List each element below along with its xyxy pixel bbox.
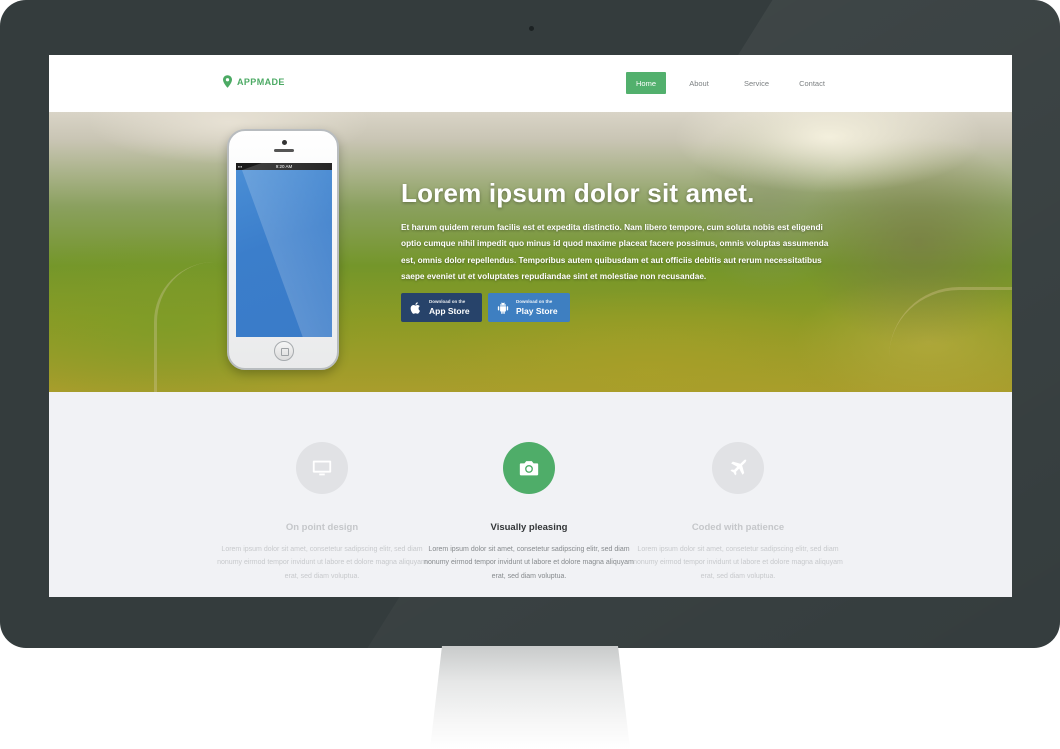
map-pin-icon	[223, 75, 232, 88]
app-store-button[interactable]: Download on the App Store	[401, 293, 482, 322]
feature-icon-circle[interactable]	[712, 442, 764, 494]
play-store-name: Play Store	[516, 305, 558, 316]
feature-description: Lorem ipsum dolor sit amet, consetetur s…	[217, 546, 427, 580]
feature-title: Visually pleasing	[490, 522, 568, 533]
android-icon	[497, 301, 509, 314]
monitor-frame: APPMADE Home About Service Contact ▪▪▪ 9…	[0, 0, 1060, 648]
apple-icon	[410, 301, 421, 314]
phone-screen: ▪▪▪ 9:20 AM	[236, 163, 332, 337]
feature-description: Lorem ipsum dolor sit amet, consetetur s…	[633, 546, 843, 580]
app-store-label: Download on the App Store	[429, 299, 470, 316]
monitor-stand	[430, 646, 630, 749]
monitor-icon	[312, 460, 332, 476]
play-store-caption: Download on the	[516, 299, 553, 304]
feature-icon-circle[interactable]	[296, 442, 348, 494]
app-store-caption: Download on the	[429, 299, 466, 304]
phone-screen-glare	[241, 163, 332, 337]
phone-home-button	[274, 341, 294, 361]
brand-name: APPMADE	[237, 76, 285, 87]
hero-background-path	[889, 287, 1012, 357]
camera-icon	[519, 461, 539, 476]
features-section: On point design Lorem ipsum dolor sit am…	[49, 392, 1012, 597]
hero-section: ▪▪▪ 9:20 AM Lorem ipsum dolor sit amet. …	[49, 112, 1012, 392]
top-navbar: APPMADE Home About Service Contact	[49, 55, 1012, 112]
website-screen: APPMADE Home About Service Contact ▪▪▪ 9…	[49, 55, 1012, 597]
feature-title: On point design	[285, 522, 359, 533]
hero-title: Lorem ipsum dolor sit amet.	[401, 178, 755, 208]
feature-title: Coded with patience	[691, 522, 785, 533]
app-store-name: App Store	[429, 305, 470, 316]
nav-about-link[interactable]: About	[679, 72, 719, 94]
hero-description: Et harum quidem rerum facilis est et exp…	[401, 222, 829, 281]
nav-service-link[interactable]: Service	[734, 72, 779, 94]
main-menu: Home About Service Contact	[626, 72, 836, 94]
monitor-camera	[529, 26, 534, 31]
feature-icon-circle[interactable]	[503, 442, 555, 494]
nav-home-button[interactable]: Home	[626, 72, 666, 94]
feature-description: Lorem ipsum dolor sit amet, consetetur s…	[424, 546, 634, 580]
play-store-button[interactable]: Download on the Play Store	[488, 293, 570, 322]
phone-camera	[282, 140, 287, 145]
play-store-label: Download on the Play Store	[516, 299, 558, 316]
nav-contact-link[interactable]: Contact	[788, 72, 836, 94]
phone-mockup: ▪▪▪ 9:20 AM	[227, 129, 339, 370]
hero-background-path	[154, 262, 224, 392]
phone-speaker	[274, 149, 294, 152]
airplane-icon	[730, 459, 747, 476]
brand-logo[interactable]: APPMADE	[223, 75, 285, 88]
